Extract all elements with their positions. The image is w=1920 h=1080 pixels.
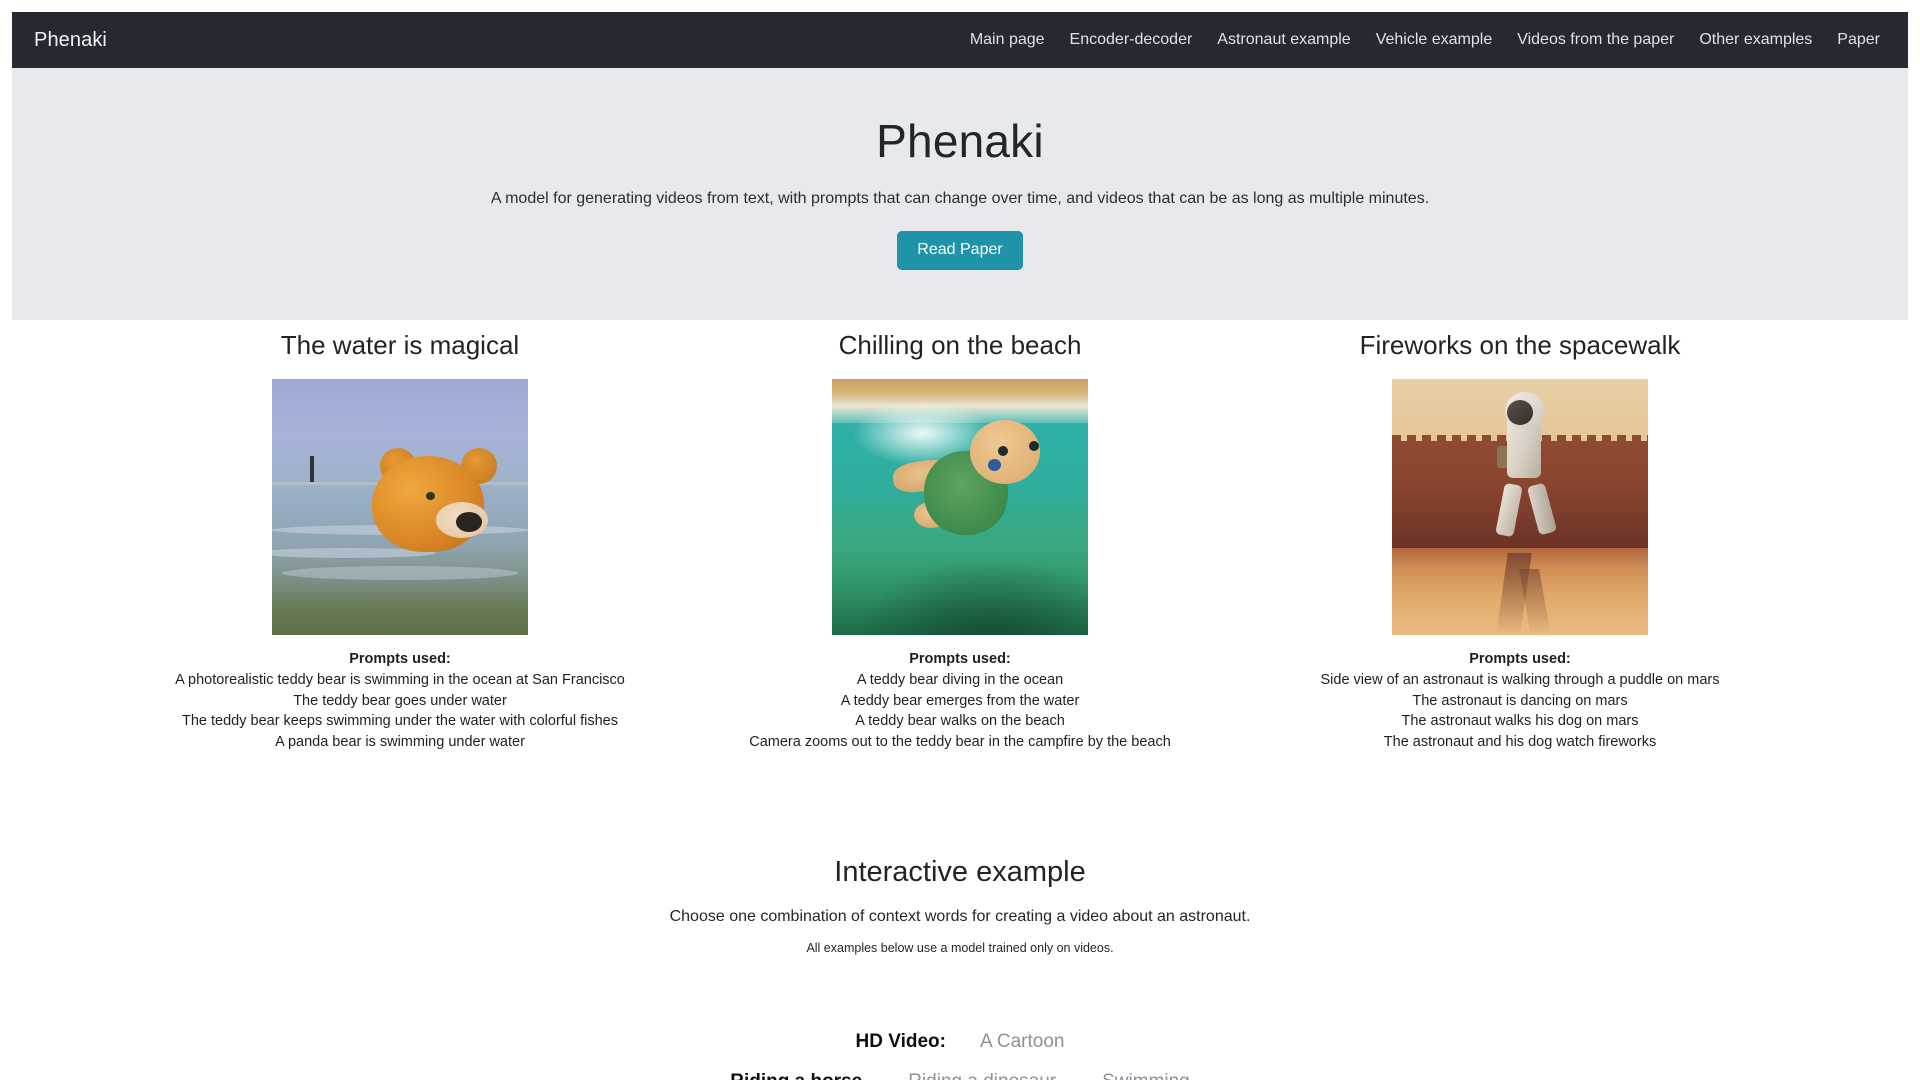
chooser-option-riding-a-dinosaur[interactable]: Riding a dinosaur [908, 1070, 1056, 1080]
interactive-subtitle: Choose one combination of context words … [669, 907, 1251, 925]
prompt-line: A photorealistic teddy bear is swimming … [175, 672, 625, 689]
example-title: Chilling on the beach [838, 330, 1082, 360]
nav-link-vehicle-example[interactable]: Vehicle example [1376, 32, 1493, 48]
teddy-nose [988, 458, 1002, 471]
hero-banner: Phenaki A model for generating videos fr… [12, 68, 1908, 320]
sea-floor [832, 545, 1088, 636]
chooser-option-a-cartoon[interactable]: A Cartoon [980, 1030, 1065, 1054]
examples-row: The water is magical Prompts used: A pho… [12, 330, 1908, 753]
prompts-label: Prompts used: [909, 651, 1011, 668]
prompt-line: A panda bear is swimming under water [275, 733, 525, 750]
example-title: The water is magical [280, 330, 520, 360]
prompt-line: Camera zooms out to the teddy bear in th… [749, 733, 1171, 750]
prompt-line: The astronaut is dancing on mars [1412, 692, 1628, 709]
context-word-chooser: HD Video: A Cartoon Riding a horse Ridin… [12, 1030, 1908, 1080]
interactive-note: All examples below use a model trained o… [806, 940, 1114, 955]
nav-link-astronaut-example[interactable]: Astronaut example [1217, 32, 1350, 48]
nav-link-main-page[interactable]: Main page [970, 32, 1045, 48]
teddy-eye [1029, 440, 1040, 451]
chooser-row-quality: HD Video: A Cartoon [856, 1030, 1065, 1054]
prompt-line: A teddy bear walks on the beach [855, 713, 1065, 730]
prompt-line: The teddy bear keeps swimming under the … [181, 713, 618, 730]
nav-link-videos-from-the-paper[interactable]: Videos from the paper [1517, 32, 1674, 48]
example-title: Fireworks on the spacewalk [1359, 330, 1681, 360]
astronaut-visor [1507, 399, 1534, 425]
read-paper-button[interactable]: Read Paper [897, 231, 1023, 271]
chooser-option-swimming[interactable]: Swimming [1102, 1070, 1190, 1080]
teddy-eye [425, 491, 435, 500]
chooser-option-hd-video[interactable]: HD Video: [856, 1030, 946, 1054]
page-root: Phenaki Main page Encoder-decoder Astron… [0, 0, 1920, 1080]
example-video-thumbnail-teddy-ocean[interactable] [272, 379, 528, 636]
example-video-thumbnail-teddy-underwater[interactable] [832, 379, 1088, 636]
example-column-chilling-on-the-beach: Chilling on the beach Prompts used: A te… [680, 330, 1240, 753]
navbar-links: Main page Encoder-decoder Astronaut exam… [970, 32, 1880, 48]
prompt-line: A teddy bear diving in the ocean [856, 672, 1064, 689]
prompts-label: Prompts used: [1469, 651, 1571, 668]
navbar: Phenaki Main page Encoder-decoder Astron… [12, 12, 1908, 68]
nav-link-paper[interactable]: Paper [1837, 32, 1880, 48]
interactive-example-section: Interactive example Choose one combinati… [12, 855, 1908, 956]
example-video-thumbnail-astronaut-mars[interactable] [1392, 379, 1648, 636]
page-title: Phenaki [876, 115, 1044, 167]
prompt-line: The astronaut and his dog watch firework… [1383, 733, 1657, 750]
navbar-brand[interactable]: Phenaki [34, 30, 107, 50]
hero-subtitle: A model for generating videos from text,… [490, 189, 1430, 207]
chooser-row-activity: Riding a horse Riding a dinosaur Swimmin… [730, 1070, 1189, 1080]
prompt-line: A teddy bear emerges from the water [840, 692, 1080, 709]
prompt-line: Side view of an astronaut is walking thr… [1320, 672, 1720, 689]
prompt-line: The teddy bear goes under water [293, 692, 507, 709]
prompts-label: Prompts used: [349, 651, 451, 668]
wave-streak [282, 566, 518, 581]
interactive-title: Interactive example [834, 856, 1086, 888]
distant-post-icon [310, 455, 315, 482]
example-column-fireworks-on-the-spacewalk: Fireworks on the spacewalk Prompts used:… [1240, 330, 1800, 753]
prompt-line: The astronaut walks his dog on mars [1401, 713, 1639, 730]
chooser-option-riding-a-horse[interactable]: Riding a horse [730, 1070, 862, 1080]
example-column-water-is-magical: The water is magical Prompts used: A pho… [120, 330, 680, 753]
nav-link-other-examples[interactable]: Other examples [1699, 32, 1812, 48]
nav-link-encoder-decoder[interactable]: Encoder-decoder [1070, 32, 1193, 48]
